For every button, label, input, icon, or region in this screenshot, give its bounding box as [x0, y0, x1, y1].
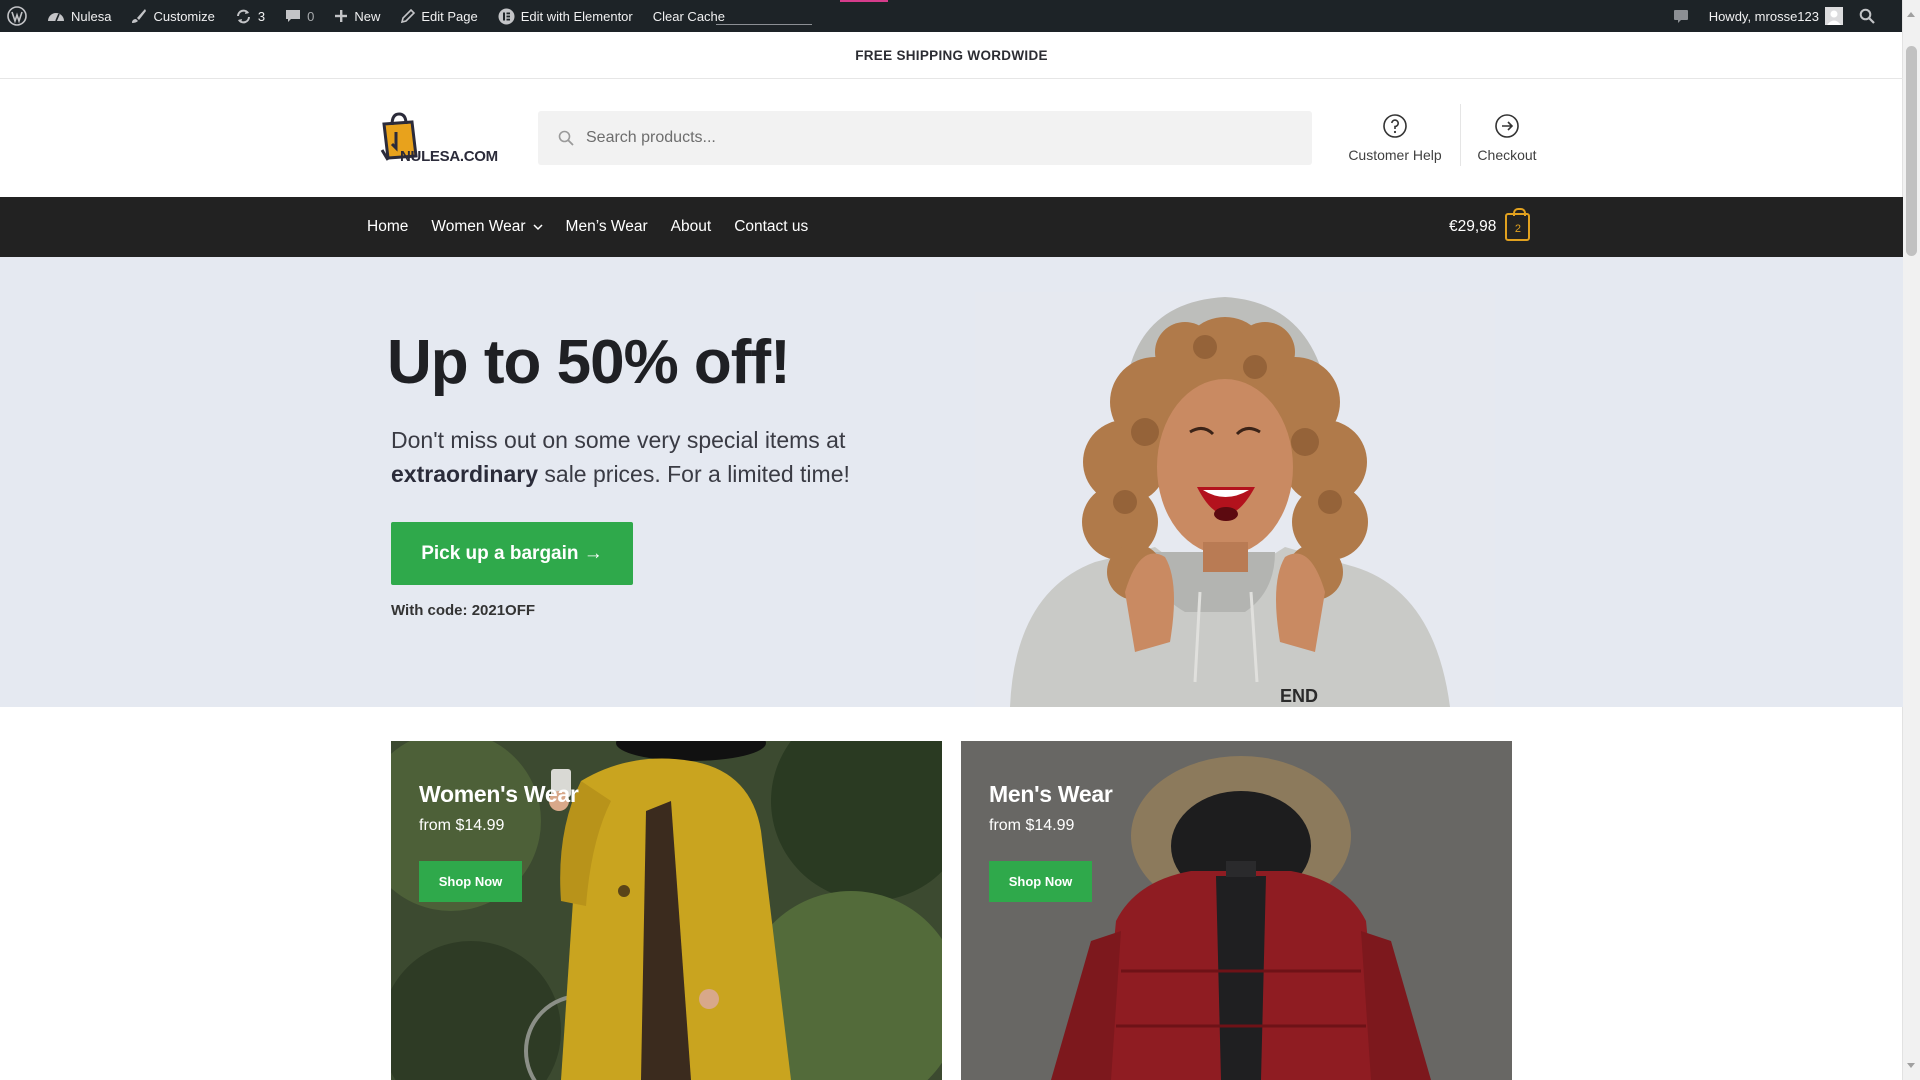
wordpress-logo-button[interactable]	[0, 0, 37, 32]
mens-wear-title: Men's Wear	[989, 781, 1113, 807]
pick-up-bargain-button[interactable]: Pick up a bargain →	[391, 522, 633, 585]
customize-link[interactable]: Customize	[121, 0, 224, 32]
shipping-notice: FREE SHIPPING WORDWIDE	[0, 32, 1903, 79]
discount-code-text: With code: 2021OFF	[391, 602, 536, 619]
nav-label: Home	[367, 218, 409, 235]
hero-subtitle: Don't miss out on some very special item…	[391, 423, 911, 491]
mens-shop-now-button[interactable]: Shop Now	[989, 861, 1092, 902]
logo-text: NULESA.COM	[400, 148, 498, 165]
hero-subtitle-start: Don't miss out on some very special item…	[391, 427, 846, 453]
chevron-down-icon	[533, 223, 543, 230]
edit-page-link[interactable]: Edit Page	[390, 0, 487, 32]
notifications-button[interactable]	[1663, 0, 1699, 32]
nav-label: Men’s Wear	[565, 218, 648, 235]
hero-subtitle-bold: extraordinary	[391, 461, 539, 487]
mens-wear-price: from $14.99	[989, 817, 1075, 834]
new-label: New	[354, 8, 381, 24]
scroll-up-arrow-icon[interactable]	[1907, 12, 1915, 17]
clear-cache-link[interactable]: Clear Cache	[643, 0, 735, 32]
hero-model-image: END	[975, 292, 1495, 707]
womens-wear-price: from $14.99	[419, 817, 505, 834]
nav-item-home[interactable]: Home	[367, 218, 408, 236]
notification-icon	[1673, 10, 1688, 23]
nav-label: About	[670, 218, 712, 235]
product-search-bar[interactable]	[538, 111, 1312, 165]
dashboard-icon	[48, 13, 64, 22]
checkout-label: Checkout	[1477, 147, 1537, 163]
updates-count: 3	[257, 8, 266, 24]
nav-item-women-wear[interactable]: Women Wear	[431, 218, 543, 236]
account-menu[interactable]: Howdy, mrosse123	[1699, 0, 1849, 32]
header-divider	[1460, 104, 1461, 166]
hero-subtitle-end: sale prices. For a limited time!	[538, 461, 850, 487]
nav-item-mens-wear[interactable]: Men’s Wear	[566, 218, 648, 236]
cart-total: €29,98	[1449, 218, 1497, 235]
nav-label: Contact us	[734, 218, 809, 235]
updates-link[interactable]: 3	[225, 0, 275, 32]
clear-cache-label: Clear Cache	[652, 8, 726, 24]
edit-elementor-link[interactable]: Edit with Elementor	[488, 0, 643, 32]
question-circle-icon	[1383, 114, 1407, 138]
wordpress-icon	[7, 6, 27, 26]
site-logo[interactable]: NULESA.COM	[378, 110, 498, 168]
hero-banner: Up to 50% off! Don't miss out on some ve…	[0, 257, 1903, 707]
arrow-right-circle-icon	[1495, 114, 1519, 138]
brush-icon	[132, 9, 147, 23]
scrollbar-thumb[interactable]	[1906, 46, 1917, 256]
search-input[interactable]	[584, 128, 1288, 148]
nav-item-about[interactable]: About	[671, 218, 712, 236]
customer-help-link[interactable]: Customer Help	[1345, 114, 1445, 163]
primary-navigation: Home Women Wear Men’s Wear About Contact…	[0, 197, 1903, 257]
avatar-icon	[1825, 7, 1843, 25]
page-scrollbar[interactable]	[1902, 0, 1920, 1080]
cart-count-badge: 2	[1505, 208, 1531, 241]
cart-count: 2	[1514, 223, 1521, 235]
admin-bar: Nulesa Customize 3 0 New Edit Page Edit …	[0, 0, 1903, 32]
nav-label: Women Wear	[431, 218, 526, 235]
comments-link[interactable]: 0	[275, 0, 324, 32]
womens-wear-title: Women's Wear	[419, 781, 579, 807]
womens-wear-card[interactable]: Women's Wear from $14.99 Shop Now	[391, 741, 942, 1080]
comments-count: 0	[307, 8, 315, 24]
cart-link[interactable]: €29,98 2	[1449, 208, 1531, 241]
pencil-icon	[401, 8, 416, 23]
edit-page-label: Edit Page	[421, 8, 478, 24]
site-name-link[interactable]: Nulesa	[37, 0, 121, 32]
svg-text:END: END	[1280, 686, 1318, 706]
site-name-label: Nulesa	[71, 8, 112, 24]
customize-label: Customize	[153, 8, 215, 24]
admin-bar-highlight	[840, 0, 888, 2]
search-icon	[1859, 8, 1875, 24]
edit-elementor-label: Edit with Elementor	[520, 8, 633, 24]
new-content-link[interactable]: New	[324, 0, 390, 32]
comment-icon	[286, 10, 301, 22]
greeting-label: Howdy, mrosse123	[1708, 8, 1819, 24]
scroll-down-arrow-icon[interactable]	[1907, 1063, 1915, 1068]
hero-title: Up to 50% off!	[387, 328, 791, 397]
admin-bar-underline	[716, 24, 812, 25]
elementor-icon	[498, 8, 515, 24]
checkout-link[interactable]: Checkout	[1470, 114, 1544, 163]
womens-shop-now-button[interactable]: Shop Now	[419, 861, 522, 902]
nav-item-contact-us[interactable]: Contact us	[734, 218, 808, 236]
mens-wear-card[interactable]: Men's Wear from $14.99 Shop Now	[961, 741, 1512, 1080]
search-icon	[558, 130, 574, 146]
customer-help-label: Customer Help	[1348, 147, 1442, 163]
updates-icon	[236, 9, 250, 23]
admin-search-button[interactable]	[1849, 0, 1903, 32]
plus-icon	[335, 10, 348, 22]
